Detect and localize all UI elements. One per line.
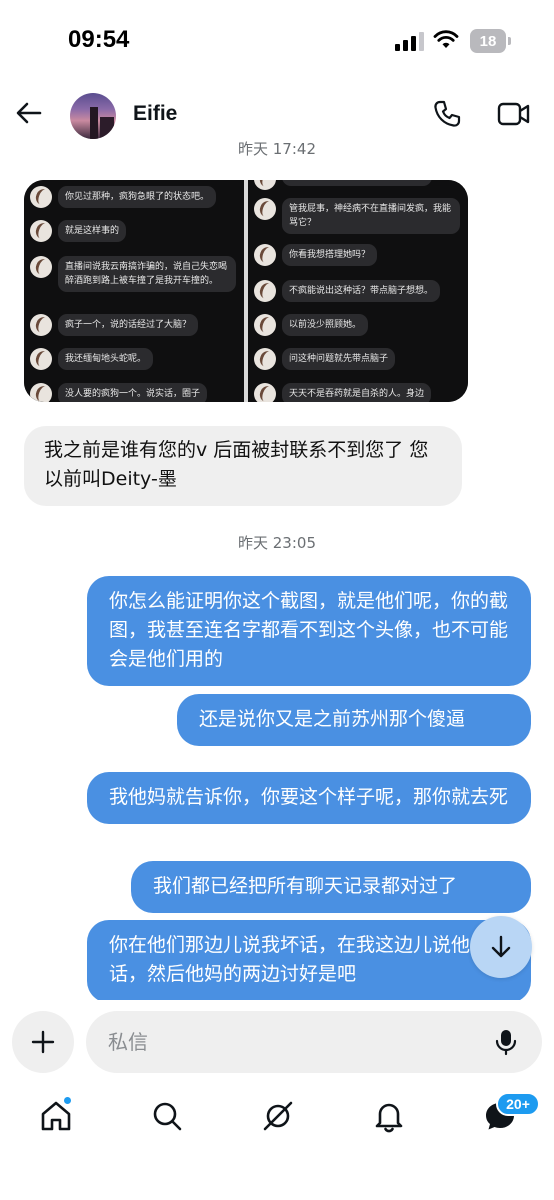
screenshot-message: 问这种问题就先带点脑子 — [254, 348, 396, 370]
signal-icon — [395, 32, 424, 51]
outgoing-message[interactable]: 你在他们那边儿说我坏话，在我这边儿说他们坏话，然后他妈的两边讨好是吧 — [87, 920, 531, 1000]
add-attachment-button[interactable] — [12, 1011, 74, 1073]
timestamp: 昨天 23:05 — [238, 534, 316, 552]
contact-name[interactable]: Eifie — [133, 102, 177, 126]
screenshot-message: 以前没少照顾她。 — [254, 314, 369, 336]
microphone-icon[interactable] — [491, 1027, 521, 1057]
message-composer — [0, 1000, 554, 1084]
incoming-message[interactable]: 我之前是谁有您的v 后面被封联系不到您了 您以前叫Deity-墨 — [24, 426, 462, 506]
battery-level: 18 — [479, 32, 497, 50]
screenshot-message: 天天不是吞药就是自杀的人。身边 — [254, 383, 432, 402]
outgoing-message[interactable]: 我们都已经把所有聊天记录都对过了 — [131, 861, 531, 913]
screenshot-message — [254, 180, 432, 190]
outgoing-message[interactable]: 你怎么能证明你这个截图，就是他们呢，你的截图，我甚至连名字都看不到这个头像，也不… — [87, 576, 531, 686]
video-camera-icon[interactable] — [497, 101, 531, 127]
screenshot-message: 疯子一个，说的话经过了大脑？ — [30, 314, 199, 336]
battery-icon: 18 — [470, 29, 512, 53]
conversation[interactable]: 昨天 17:42 你见过那种，疯狗急眼了的状态吧。 就是这样事的 直播间说我云南… — [0, 130, 554, 1000]
screenshot-message: 没人要的疯狗一个。说实话，圈子 — [30, 383, 208, 402]
grok-icon[interactable] — [260, 1098, 296, 1134]
screenshot-message: 直播间说我云南搞诈骗的，说自己失恋喝醉酒跑到路上被车撞了是我开车撞的。 — [30, 256, 236, 292]
timestamp: 昨天 17:42 — [238, 140, 316, 158]
message-input[interactable] — [108, 1011, 478, 1073]
status-time: 09:54 — [68, 26, 130, 53]
search-icon[interactable] — [149, 1098, 185, 1134]
arrow-down-icon — [491, 935, 511, 958]
screenshot-message: 我还缅甸地头蛇呢。 — [30, 348, 154, 370]
screenshot-message: 就是这样事的 — [30, 220, 127, 242]
plus-icon — [31, 1030, 55, 1054]
scroll-to-bottom-button[interactable] — [470, 916, 532, 978]
message-field[interactable] — [86, 1011, 542, 1073]
screenshot-message: 你看我想搭理她吗？ — [254, 244, 378, 266]
outgoing-message[interactable]: 我他妈就告诉你，你要这个样子呢，那你就去死 — [87, 772, 531, 824]
wifi-icon — [433, 30, 459, 48]
screenshot-message: 你见过那种，疯狗急眼了的状态吧。 — [30, 186, 217, 208]
messages-badge: 20+ — [496, 1092, 540, 1116]
bell-icon[interactable] — [371, 1098, 407, 1134]
bottom-navigation: 20+ — [0, 1084, 554, 1200]
screenshot-message: 管我屁事，神经病不在直播间发疯，我能骂它？ — [254, 198, 460, 234]
screenshot-message: 不疯能说出这种话？带点脑子想想。 — [254, 280, 441, 302]
screenshot-panel-right: 管我屁事，神经病不在直播间发疯，我能骂它？ 你看我想搭理她吗？ 不疯能说出这种话… — [248, 180, 468, 402]
home-unread-dot — [63, 1096, 72, 1105]
attached-screenshot[interactable]: 你见过那种，疯狗急眼了的状态吧。 就是这样事的 直播间说我云南搞诈骗的，说自己失… — [24, 180, 468, 402]
phone-icon[interactable] — [432, 99, 462, 129]
outgoing-message[interactable]: 还是说你又是之前苏州那个傻逼 — [177, 694, 531, 746]
status-bar: 09:54 18 — [0, 0, 554, 84]
screenshot-panel-left: 你见过那种，疯狗急眼了的状态吧。 就是这样事的 直播间说我云南搞诈骗的，说自己失… — [24, 180, 244, 402]
back-arrow-icon[interactable] — [14, 98, 44, 128]
